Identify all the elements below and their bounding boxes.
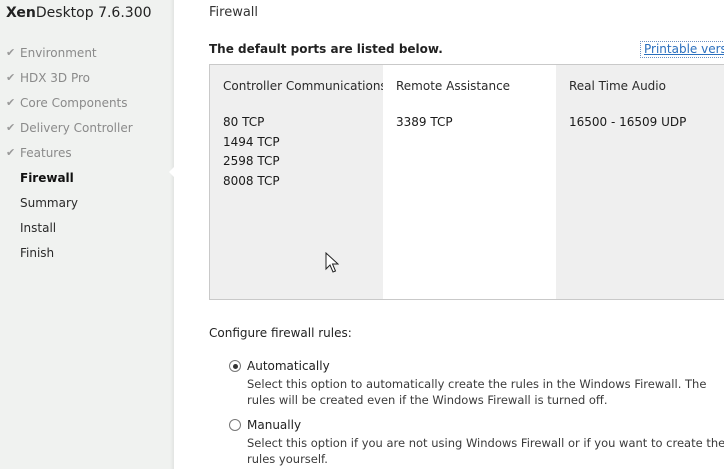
step-firewall: Firewall — [0, 165, 174, 190]
port-entry: 80 TCP — [223, 115, 265, 129]
step-label: Install — [20, 220, 57, 235]
wizard-steps: ✔ Environment ✔ HDX 3D Pro ✔ Core Component… — [0, 40, 174, 265]
step-label: Summary — [20, 195, 78, 210]
port-entry: 3389 TCP — [396, 115, 453, 129]
page-title: Firewall — [209, 5, 259, 20]
option-description: Select this option to automatically crea… — [247, 377, 707, 407]
ports-column-real-time-audio: Real Time Audio 16500 - 16509 UDP — [556, 65, 724, 299]
option-description: Select this option if you are not using … — [247, 436, 724, 466]
step-label: Features — [20, 145, 72, 160]
checkmark-icon: ✔ — [6, 71, 16, 84]
step-label: Environment — [20, 45, 97, 60]
step-summary: Summary — [0, 190, 174, 215]
column-header: Remote Assistance — [396, 79, 511, 93]
ports-column-controller: Controller Communications 80 TCP 1494 TC… — [210, 65, 387, 299]
mouse-pointer-icon — [325, 252, 339, 273]
option-label[interactable]: Manually — [247, 418, 301, 432]
step-delivery-controller[interactable]: ✔ Delivery Controller — [0, 115, 174, 140]
printable-version-link[interactable]: Printable version — [640, 41, 724, 58]
column-header: Controller Communications — [223, 79, 387, 93]
step-environment[interactable]: ✔ Environment — [0, 40, 174, 65]
step-label: HDX 3D Pro — [20, 70, 91, 85]
step-install: Install — [0, 215, 174, 240]
port-entry: 16500 - 16509 UDP — [569, 115, 687, 129]
checkmark-icon: ✔ — [6, 121, 16, 134]
step-label: Delivery Controller — [20, 120, 133, 135]
wizard-sidebar: XenDesktop 7.6.300 ✔ Environment ✔ HDX 3D … — [0, 0, 174, 469]
checkmark-icon: ✔ — [6, 96, 16, 109]
product-title: XenDesktop 7.6.300 — [6, 5, 152, 21]
checkmark-icon: ✔ — [6, 46, 16, 59]
column-header: Real Time Audio — [569, 79, 666, 93]
port-entry: 2598 TCP — [223, 154, 280, 168]
option-label[interactable]: Automatically — [247, 359, 330, 373]
step-core-components[interactable]: ✔ Core Components — [0, 90, 174, 115]
radio-manually[interactable] — [229, 419, 241, 431]
checkmark-icon: ✔ — [6, 146, 16, 159]
configure-firewall-label: Configure firewall rules: — [209, 326, 352, 340]
ports-table: Controller Communications 80 TCP 1494 TC… — [209, 64, 724, 300]
step-features[interactable]: ✔ Features — [0, 140, 174, 165]
main-panel: Firewall The default ports are listed be… — [174, 0, 724, 469]
radio-automatically[interactable] — [229, 360, 241, 372]
port-entry: 8008 TCP — [223, 173, 280, 188]
step-label: Firewall — [20, 170, 74, 185]
step-hdx-3d-pro[interactable]: ✔ HDX 3D Pro — [0, 65, 174, 90]
port-entry: 1494 TCP — [223, 134, 280, 149]
ports-intro: The default ports are listed below. — [209, 42, 443, 56]
step-label: Core Components — [20, 95, 128, 110]
step-label: Finish — [20, 245, 55, 260]
ports-column-remote-assistance: Remote Assistance 3389 TCP — [383, 65, 556, 299]
step-finish: Finish — [0, 240, 174, 265]
